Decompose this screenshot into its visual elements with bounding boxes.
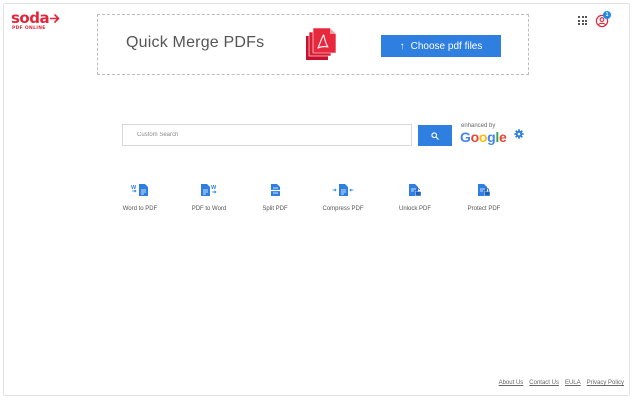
- tool-pdf-to-word[interactable]: W PDF to Word: [174, 183, 244, 212]
- tool-label: Word to PDF: [122, 206, 158, 212]
- compress-pdf-icon: [332, 184, 354, 196]
- tool-compress-pdf[interactable]: Compress PDF: [308, 183, 378, 212]
- gear-icon[interactable]: [514, 129, 524, 139]
- svg-text:W: W: [131, 185, 137, 191]
- banner-title: Quick Merge PDFs: [126, 34, 265, 51]
- custom-search-input[interactable]: [122, 124, 412, 146]
- pdf-to-word-icon: W: [201, 184, 217, 196]
- footer-link-about-us[interactable]: About Us: [499, 380, 524, 386]
- tool-protect-pdf[interactable]: Protect PDF: [449, 183, 519, 212]
- choose-pdf-files-button[interactable]: ↑ Choose pdf files: [381, 35, 501, 57]
- split-pdf-icon: [269, 184, 281, 196]
- footer-link-privacy-policy[interactable]: Privacy Policy: [587, 380, 624, 386]
- upload-arrow-icon: ↑: [399, 40, 405, 52]
- search-icon: [431, 131, 439, 140]
- tool-word-to-pdf[interactable]: W Word to PDF: [105, 183, 175, 212]
- tool-unlock-pdf[interactable]: Unlock PDF: [380, 183, 450, 212]
- footer-links: About Us Contact Us EULA Privacy Policy: [499, 380, 624, 386]
- tool-label: Split PDF: [262, 206, 288, 212]
- unlock-pdf-icon: [409, 184, 422, 197]
- notification-badge: 1: [603, 11, 611, 19]
- apps-grid-icon[interactable]: [578, 16, 587, 25]
- logo-brand-text: soda: [11, 9, 50, 27]
- tool-split-pdf[interactable]: Split PDF: [240, 183, 310, 212]
- footer-link-eula[interactable]: EULA: [565, 380, 581, 386]
- logo-subtitle: PDF ONLINE: [12, 26, 46, 31]
- protect-pdf-icon: [478, 184, 491, 197]
- svg-text:W: W: [211, 185, 217, 191]
- footer-link-contact-us[interactable]: Contact Us: [529, 380, 559, 386]
- pdf-stack-icon: [306, 27, 337, 60]
- google-logo: Google: [460, 129, 507, 145]
- enhanced-by-google: enhanced by Google: [460, 123, 507, 145]
- tool-label: Protect PDF: [467, 206, 501, 212]
- search-button[interactable]: [418, 125, 452, 146]
- soda-pdf-logo[interactable]: soda PDF ONLINE: [11, 10, 60, 31]
- word-to-pdf-icon: W: [131, 184, 148, 196]
- logo-arrow-icon: [50, 13, 60, 23]
- tool-label: Compress PDF: [322, 206, 364, 212]
- tool-label: PDF to Word: [191, 206, 227, 212]
- choose-pdf-files-label: Choose pdf files: [410, 40, 483, 52]
- merge-banner: Quick Merge PDFs ↑ Choose pdf files: [97, 14, 529, 75]
- tool-label: Unlock PDF: [398, 206, 431, 212]
